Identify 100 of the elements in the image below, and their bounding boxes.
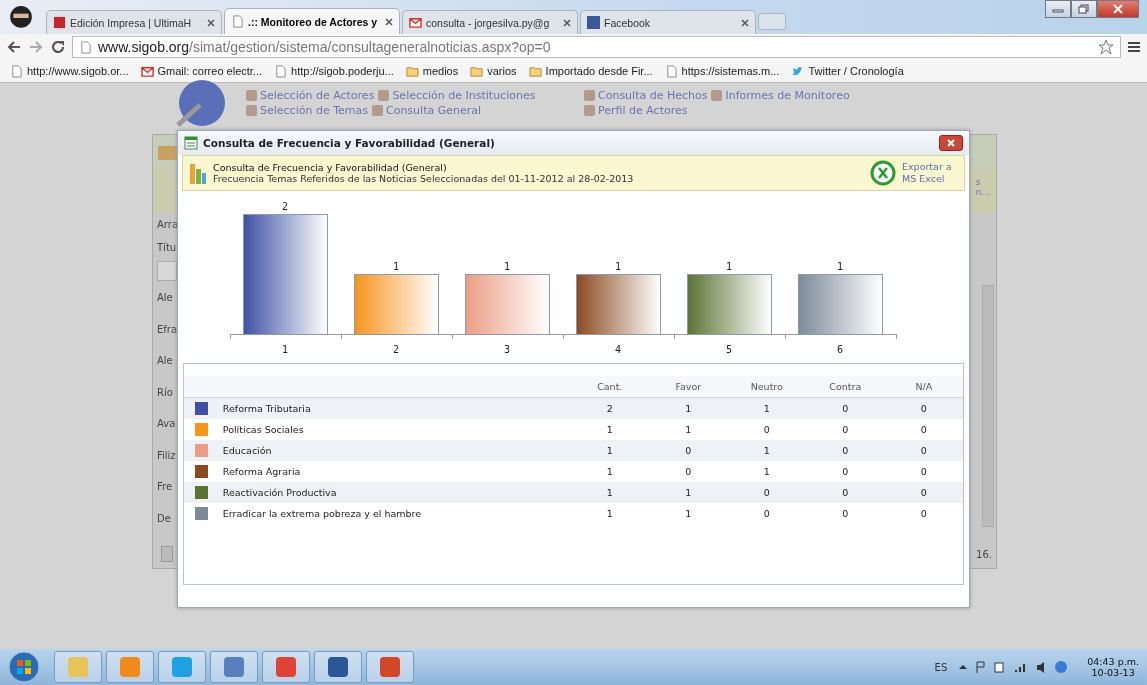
column-header: Cant. — [596, 381, 624, 392]
close-icon[interactable] — [741, 18, 749, 27]
close-button[interactable] — [939, 135, 963, 151]
axis-label: 6 — [837, 344, 843, 355]
bookmark[interactable]: http://sigob.poderju... — [274, 64, 394, 78]
table-cell-text: 1 — [684, 424, 693, 435]
column-header: N/A — [914, 381, 934, 392]
minimize-button[interactable] — [1045, 0, 1071, 18]
restore-icon — [1078, 4, 1090, 14]
table-cell-text: 0 — [762, 508, 771, 519]
browser-tab[interactable]: consulta - jorgesilva.py@g — [402, 10, 578, 34]
table-cell-text: 1 — [605, 424, 614, 435]
reload-icon[interactable] — [50, 39, 66, 55]
row-text: Filiz — [157, 449, 176, 461]
page-icon — [274, 64, 288, 78]
table-cell-text: 1 — [762, 466, 771, 477]
start-icon[interactable] — [8, 651, 40, 683]
browser-tab[interactable]: Edición Impresa | UltimaH — [46, 10, 222, 34]
address-bar[interactable]: www.sigob.org/simat/gestion/sistema/consultageneralnoticias.aspx?op=0 — [72, 36, 1121, 58]
table-cell-text: 1 — [762, 403, 771, 414]
bar-value-label: 1 — [726, 261, 732, 272]
tab-title: Facebook — [604, 16, 652, 29]
bar-chart-icon — [189, 161, 207, 185]
close-icon[interactable] — [563, 18, 571, 27]
taskbar-button[interactable] — [262, 651, 310, 683]
page-icon — [231, 15, 244, 28]
browser-tab[interactable]: Facebook — [580, 10, 756, 34]
form-icon — [184, 136, 198, 150]
axis-label: 1 — [282, 344, 288, 355]
language-indicator[interactable]: ES — [934, 661, 948, 673]
row-text: Arra — [157, 219, 178, 230]
table-cell-text: 0 — [841, 508, 850, 519]
table-cell-text: Reforma Agraria — [221, 466, 302, 477]
bookmark[interactable]: Importado desde Fir... — [528, 64, 653, 78]
forward-icon[interactable] — [28, 39, 44, 55]
bar-value-label: 1 — [615, 261, 621, 272]
row-text: Ava — [157, 418, 176, 430]
table-cell-text: 1 — [684, 403, 693, 414]
bookmark[interactable]: https://sistemas.m... — [664, 64, 780, 78]
table-cell-text: 0 — [841, 424, 850, 435]
axis-label: 4 — [615, 344, 621, 355]
table-cell-text: 0 — [841, 445, 850, 456]
table-cell-text: 1 — [605, 445, 614, 456]
browser-tab[interactable]: .:: Monitoreo de Actores y — [224, 8, 400, 34]
page-icon — [664, 64, 678, 78]
table-cell-text: 1 — [605, 466, 614, 477]
scrollbar[interactable] — [982, 285, 994, 527]
table-cell-text: 0 — [919, 403, 928, 414]
taskbar-button[interactable] — [210, 651, 258, 683]
table-cell-text: 0 — [841, 466, 850, 477]
table-cell-text: 0 — [919, 445, 928, 456]
row-text: Ale — [157, 292, 173, 304]
panel-text: s — [975, 177, 982, 187]
clock-time[interactable]: 04:43 p.m. — [1087, 656, 1139, 667]
tab-title: Edición Impresa | UltimaH — [70, 16, 193, 29]
back-icon[interactable] — [6, 39, 22, 55]
header-subtitle: Frecuencia Temas Referidos de las Noticias Seleccionadas del 01-11-2012 al 28-02-2013 — [213, 173, 635, 184]
export-link[interactable]: Exportar a MS Excel — [902, 160, 958, 186]
row-text: Efra — [157, 323, 178, 335]
tab-title: .:: Monitoreo de Actores y — [248, 15, 379, 28]
bar-value-label: 1 — [504, 261, 510, 272]
axis-label: 5 — [726, 344, 732, 355]
row-text: Río — [157, 386, 173, 398]
bookmark[interactable]: varios — [470, 64, 517, 78]
axis-label: 3 — [504, 344, 510, 355]
table-cell-text: 0 — [919, 487, 928, 498]
table-cell-text: 0 — [841, 487, 850, 498]
axis-label: 2 — [393, 344, 399, 355]
table-cell-text: Políticas Sociales — [221, 424, 305, 435]
bookmark[interactable]: Twitter / Cronología — [791, 64, 904, 78]
bookmark[interactable]: Gmail: correo electr... — [140, 64, 263, 78]
table-cell-text: 2 — [605, 403, 614, 414]
table-cell-text: 0 — [841, 403, 850, 414]
input-field[interactable] — [157, 260, 177, 281]
close-icon[interactable] — [385, 17, 393, 26]
bar-value-label: 1 — [393, 261, 399, 272]
menu-icon[interactable] — [1127, 40, 1141, 54]
close-icon — [946, 138, 956, 148]
table-cell-text: Reactivación Productiva — [221, 487, 338, 498]
clock-date[interactable]: 10-03-13 — [1091, 667, 1135, 678]
header-title: Consulta de Frecuencia y Favorabilidad (General) — [213, 162, 448, 173]
close-button[interactable] — [1097, 0, 1139, 18]
page-icon — [79, 40, 92, 54]
restore-button[interactable] — [1071, 0, 1097, 18]
taskbar-button[interactable] — [366, 651, 414, 683]
excel-icon[interactable] — [870, 160, 896, 186]
row-text: Títu — [157, 242, 177, 253]
close-icon[interactable] — [207, 18, 215, 27]
bar-value-label: 2 — [282, 201, 288, 212]
table-cell-text: 1 — [684, 487, 693, 498]
bookmark[interactable]: http://www.sigob.or... — [10, 64, 129, 78]
table-cell-text: 1 — [605, 508, 614, 519]
table-cell-text: 0 — [762, 424, 771, 435]
panel-text: n... — [975, 187, 990, 197]
mail-icon — [409, 16, 422, 29]
bar-value-label: 1 — [837, 261, 843, 272]
star-icon[interactable] — [1098, 39, 1114, 55]
bookmark[interactable]: medios — [405, 64, 459, 78]
table-cell-text: 0 — [762, 487, 771, 498]
taskbar-button[interactable] — [314, 651, 362, 683]
